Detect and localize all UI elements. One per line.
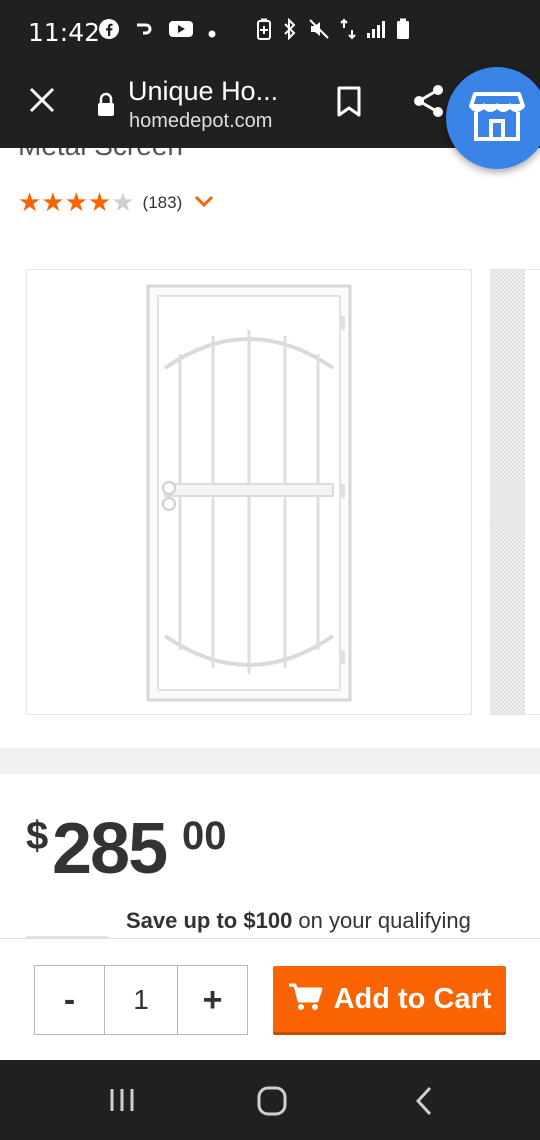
price-currency: $	[26, 814, 49, 858]
data-4g-icon	[340, 18, 356, 45]
bookmark-icon[interactable]	[336, 86, 362, 123]
increase-quantity-button[interactable]: +	[178, 966, 247, 1034]
close-icon[interactable]	[28, 86, 56, 120]
home-icon[interactable]	[257, 1086, 287, 1121]
signal-icon	[366, 19, 386, 44]
add-to-cart-bar: - 1 + Add to Cart	[0, 938, 540, 1061]
decrease-quantity-button[interactable]: -	[35, 966, 104, 1034]
promo-text[interactable]: Save up to $100 on your qualifying	[126, 908, 471, 934]
rating-stars: ★★★★★	[18, 188, 135, 218]
price-cents: 00	[182, 814, 227, 858]
quantity-input[interactable]: 1	[104, 966, 178, 1034]
clock: 11:42	[28, 18, 101, 47]
mute-icon	[308, 18, 330, 45]
screen-detail-image	[491, 270, 540, 714]
price-dollars: 285	[52, 809, 168, 889]
promo-rest: on your qualifying	[292, 908, 471, 933]
status-bar: 11:42	[0, 0, 540, 66]
product-image[interactable]	[26, 269, 472, 715]
dot-icon	[207, 20, 217, 44]
recents-icon[interactable]	[108, 1086, 136, 1119]
url-text[interactable]: homedepot.com	[129, 110, 272, 133]
product-image-next[interactable]	[490, 269, 540, 715]
promo-bold: Save up to $100	[126, 908, 293, 933]
section-divider	[0, 748, 540, 774]
cart-icon	[288, 982, 324, 1017]
bluetooth-icon	[282, 17, 298, 45]
add-to-cart-button[interactable]: Add to Cart	[273, 966, 506, 1032]
facebook-icon	[98, 18, 120, 45]
review-count: (183)	[142, 193, 183, 212]
quantity-stepper: - 1 +	[34, 965, 248, 1035]
system-nav-bar	[0, 1060, 540, 1140]
battery-icon	[396, 18, 410, 45]
link-icon	[133, 19, 155, 44]
page-title[interactable]: Unique Ho...	[128, 76, 278, 107]
chevron-down-icon[interactable]	[194, 194, 214, 213]
share-icon[interactable]	[412, 84, 446, 123]
add-to-cart-label: Add to Cart	[333, 982, 492, 1015]
lock-icon	[96, 92, 116, 123]
youtube-icon	[168, 19, 194, 44]
store-icon	[469, 90, 525, 147]
rating-row[interactable]: ★★★★★ (183)	[18, 188, 214, 218]
back-icon[interactable]	[413, 1086, 435, 1121]
door-image	[146, 284, 352, 702]
battery-saver-icon	[256, 18, 272, 45]
page-content: Metal Screen ★★★★★ (183)	[0, 148, 540, 938]
product-title: Metal Screen	[18, 148, 183, 162]
